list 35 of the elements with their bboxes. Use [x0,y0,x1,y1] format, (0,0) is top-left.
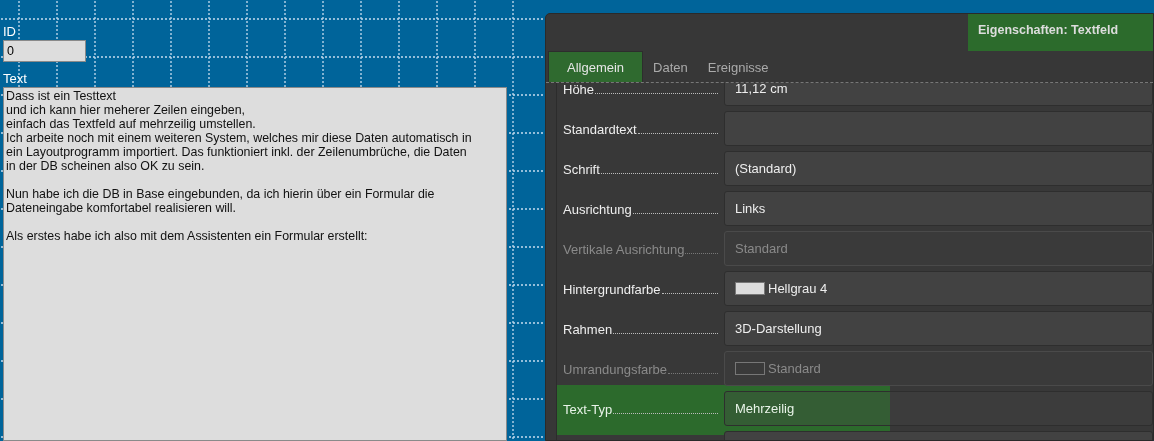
field-label: ID [3,24,17,39]
property-field[interactable]: 11,12 cm [724,83,1153,106]
leader-dots [685,252,718,254]
leader-dots [661,292,718,294]
property-value: 11,12 cm [735,83,788,96]
text-area[interactable]: Dass ist ein Testtext und ich kann hier meherer Zeilen eingeben, einfach das Textfeld auf mehrzeilig umstellen. Ich arbeite noch mit einem weiteren System, welches mir diese Daten automatisch in ein Layoutprogramm importiert. Das funktioniert inkl. der Zeilenumbrüche, die Daten in der DB scheinen also OK zu sein. Nun habe ich die DB in Base eingebunden, da ich hierin über ein Formular die Dateneingabe komfortabel realisieren will. Als erstes habe ich also mit dem Assistenten ein Formular erstellt: [3,87,507,441]
property-label: Höhe [563,83,595,97]
property-label: Text-Typ [563,401,613,417]
property-value: 3D-Darstellung [735,320,822,336]
property-label: Standardtext [563,121,637,137]
dialog-title: Eigenschaften: Textfeld [968,14,1153,51]
property-value: Hellgrau 4 [768,280,828,296]
property-field[interactable] [724,110,1153,146]
property-value: (Standard) [735,160,797,176]
property-field[interactable]: Links [724,190,1153,226]
property-label: Ausrichtung [563,201,632,217]
id-field[interactable]: 0 [3,40,86,62]
property-label: Hintergrundfarbe [563,281,661,297]
field-label: Text [3,71,28,86]
property-field[interactable]: 3D-Darstellung [724,310,1153,346]
property-value: Links [735,200,766,216]
property-value: Standard [735,240,788,256]
property-value: Mehrzeilig [735,400,795,416]
property-field[interactable]: Mehrzeilig [724,390,1153,426]
tab[interactable]: Ereignisse [697,52,779,82]
property-label: Rahmen [563,321,613,337]
property-label: Umrandungsfarbe [563,361,668,377]
tab[interactable]: Daten [643,52,698,82]
property-label: Vertikale Ausrichtung [563,241,685,257]
property-value: Standard [768,360,821,376]
leader-dots [668,372,718,374]
property-field[interactable]: (Standard) [724,150,1153,186]
property-label: Schrift [563,161,600,177]
property-field[interactable]: Hellgrau 4 [724,270,1153,306]
tab[interactable]: Allgemein [548,51,644,82]
